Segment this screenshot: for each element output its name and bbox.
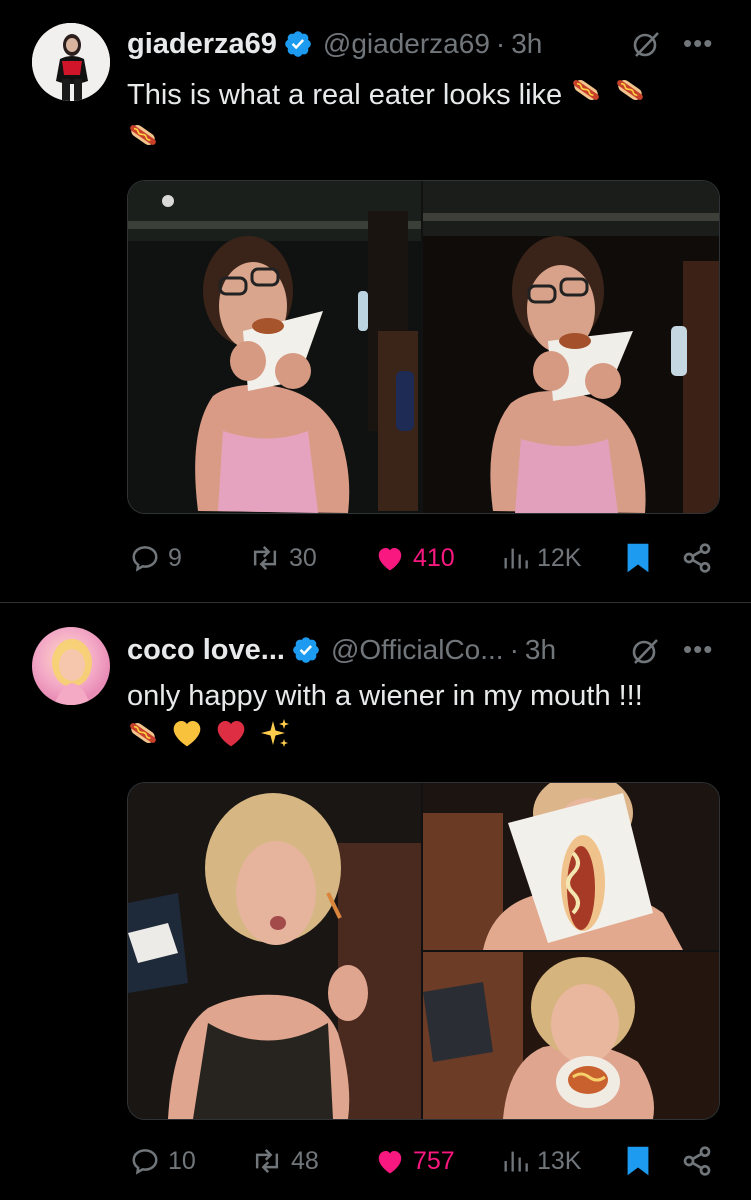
- yellow-heart-emoji: [171, 718, 203, 760]
- bookmark-button[interactable]: [625, 1141, 659, 1181]
- views-button[interactable]: 12K: [501, 538, 581, 578]
- like-count: 757: [413, 1146, 455, 1175]
- tweet-text: This is what a real eater looks like: [127, 74, 717, 163]
- display-name[interactable]: giaderza69: [127, 28, 277, 61]
- action-bar: 10 48 757 13K: [127, 1141, 717, 1181]
- media-grid[interactable]: [127, 782, 720, 1120]
- repost-icon: [255, 1149, 279, 1173]
- display-name[interactable]: coco love...: [127, 634, 285, 667]
- more-icon[interactable]: •••: [683, 634, 713, 665]
- separator-dot: ·: [509, 634, 519, 665]
- photo-2[interactable]: [423, 181, 719, 513]
- reply-count: 9: [168, 543, 182, 572]
- repost-count: 48: [291, 1146, 319, 1175]
- timestamp[interactable]: 3h: [511, 28, 542, 60]
- repost-button[interactable]: 30: [249, 538, 317, 578]
- like-icon: [378, 1151, 402, 1174]
- hotdog-emoji: [570, 74, 602, 118]
- tweet-header: giaderza69 @giaderza69 · 3h: [127, 24, 542, 64]
- reply-icon: [132, 546, 158, 572]
- views-icon: [504, 1151, 528, 1172]
- grok-icon[interactable]: [631, 29, 661, 59]
- avatar[interactable]: [32, 627, 110, 705]
- share-icon: [683, 1146, 711, 1176]
- like-button[interactable]: 757: [375, 1141, 455, 1181]
- verified-badge-icon: [283, 29, 313, 59]
- views-icon: [504, 548, 528, 569]
- tweet-header: coco love... @OfficialCo... · 3h: [127, 630, 556, 670]
- sparkles-emoji: [259, 717, 291, 761]
- reply-count: 10: [168, 1146, 196, 1175]
- bookmark-button[interactable]: [625, 538, 659, 578]
- tweet-text: only happy with a wiener in my mouth !!!: [127, 675, 717, 761]
- photo-1[interactable]: [128, 181, 421, 513]
- photo-2[interactable]: [423, 783, 719, 950]
- more-icon[interactable]: •••: [683, 28, 713, 59]
- views-button[interactable]: 13K: [501, 1141, 581, 1181]
- handle[interactable]: @OfficialCo...: [331, 634, 504, 666]
- photo-3[interactable]: [423, 952, 719, 1119]
- reply-button[interactable]: 10: [130, 1141, 196, 1181]
- tweet-2[interactable]: coco love... @OfficialCo... · 3h ••• onl…: [0, 603, 751, 1200]
- share-button[interactable]: [681, 1141, 721, 1181]
- hotdog-emoji: [127, 717, 159, 761]
- handle[interactable]: @giaderza69: [323, 28, 490, 60]
- bookmark-icon: [627, 543, 649, 573]
- share-icon: [683, 543, 711, 573]
- red-heart-emoji: [215, 718, 247, 760]
- photo-1[interactable]: [128, 783, 421, 1119]
- repost-icon: [253, 546, 277, 570]
- verified-badge-icon: [291, 635, 321, 665]
- hotdog-emoji: [614, 74, 646, 118]
- repost-button[interactable]: 48: [251, 1141, 319, 1181]
- action-bar: 9 30 410 12K: [127, 538, 717, 578]
- media-grid[interactable]: [127, 180, 720, 514]
- hotdog-emoji: [127, 119, 159, 163]
- timestamp[interactable]: 3h: [525, 634, 556, 666]
- reply-icon: [132, 1149, 158, 1175]
- tweet-text-content: This is what a real eater looks like: [127, 79, 563, 111]
- repost-count: 30: [289, 543, 317, 572]
- grok-icon[interactable]: [630, 636, 660, 666]
- view-count: 12K: [537, 543, 582, 572]
- tweet-1[interactable]: giaderza69 @giaderza69 · 3h ••• This is …: [0, 0, 751, 602]
- avatar[interactable]: [32, 23, 110, 101]
- bookmark-icon: [627, 1146, 649, 1176]
- view-count: 13K: [537, 1146, 582, 1175]
- reply-button[interactable]: 9: [130, 538, 182, 578]
- share-button[interactable]: [681, 538, 721, 578]
- like-count: 410: [413, 543, 455, 572]
- separator-dot: ·: [495, 28, 506, 59]
- like-icon: [378, 548, 402, 571]
- like-button[interactable]: 410: [375, 538, 455, 578]
- tweet-text-content: only happy with a wiener in my mouth !!!: [127, 680, 643, 712]
